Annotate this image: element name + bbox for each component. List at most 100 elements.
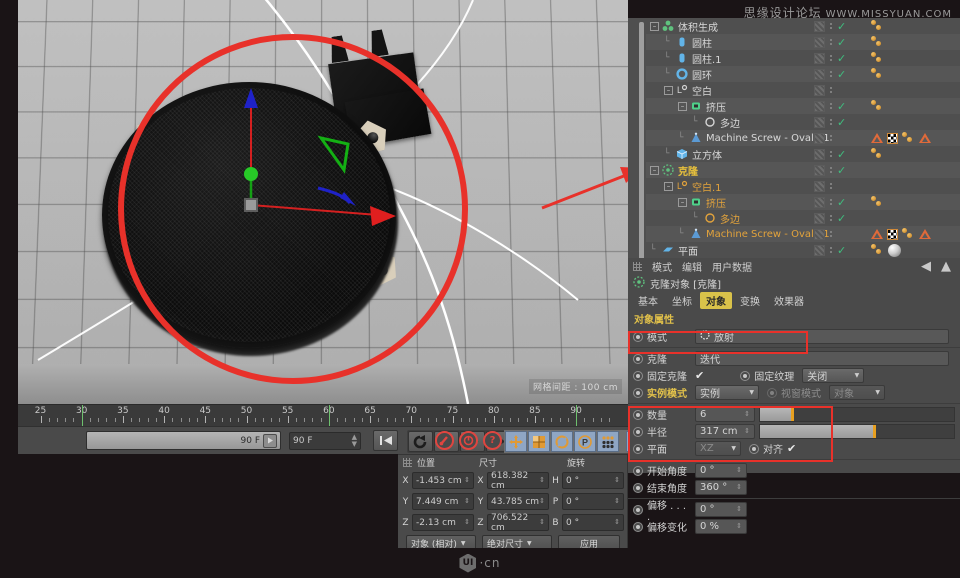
rotation-p-field[interactable]: 0 °⇕ (562, 493, 624, 510)
position-z-field[interactable]: -2.13 cm⇕ (412, 514, 474, 531)
rotate-tool-button[interactable] (551, 431, 573, 452)
object-name[interactable]: 圆柱.1 (692, 51, 722, 66)
size-y-field[interactable]: 43.785 cm⇕ (487, 493, 549, 510)
visibility-dots-icon[interactable] (829, 133, 833, 144)
phong-tag-icon[interactable] (871, 68, 884, 80)
material-tag-icon[interactable] (888, 244, 901, 257)
enabled-check-icon[interactable]: ✓ (837, 116, 846, 129)
timeline-ruler[interactable]: 2530354045505560657075808590 (18, 404, 628, 426)
phong-tag-icon[interactable] (871, 36, 884, 48)
object-name[interactable]: 克隆 (678, 163, 698, 178)
attribute-menu-bar[interactable]: 模式 编辑 用户数据 ◀ ▲ (628, 258, 960, 275)
spinner-icon[interactable]: ⇕ (736, 484, 742, 491)
visibility-dots-icon[interactable] (829, 69, 833, 80)
plane-select[interactable]: XZ ▼ (695, 441, 741, 456)
attribute-manager[interactable]: 模式 编辑 用户数据 ◀ ▲ 克隆对象 [克隆] 基本坐标对象变换效果器 对象属… (628, 258, 960, 473)
object-manager-row[interactable]: └圆柱.1✓ (646, 50, 960, 66)
position-y-field[interactable]: 7.449 cm⇕ (412, 493, 474, 510)
attribute-tab-3[interactable]: 变换 (734, 292, 766, 309)
position-tool-button[interactable] (505, 431, 527, 452)
enabled-check-icon[interactable]: ✓ (837, 36, 846, 49)
visibility-dots-icon[interactable] (829, 149, 833, 160)
attribute-tab-4[interactable]: 效果器 (768, 292, 810, 309)
offset-field[interactable]: 0 ° ⇕ (695, 502, 747, 517)
instance-mode-select[interactable]: 实例 ▼ (695, 385, 759, 400)
visibility-hatch-icon[interactable] (814, 53, 825, 64)
object-manager[interactable]: –体积生成✓└圆柱✓└圆柱.1✓└圆环✓–L空白–挤压✓└多边✓└Machine… (628, 18, 960, 258)
record-button-group[interactable]: ? (435, 431, 502, 450)
object-name[interactable]: 立方体 (692, 147, 722, 162)
tree-expander-icon[interactable]: – (650, 166, 659, 175)
visibility-dots-icon[interactable] (829, 181, 833, 192)
tree-expander-icon[interactable]: – (678, 102, 687, 111)
radius-slider[interactable] (759, 424, 955, 439)
phong-tag-icon[interactable] (871, 100, 884, 112)
plane-row[interactable]: 平面 XZ ▼ 对齐 ✔ (628, 440, 960, 457)
visibility-hatch-icon[interactable] (814, 197, 825, 208)
spinner-icon[interactable]: ⇕ (464, 477, 470, 484)
object-manager-row[interactable]: – 挤压 ✓ (646, 98, 960, 114)
visibility-hatch-icon[interactable] (814, 149, 825, 160)
enabled-check-icon[interactable]: ✓ (837, 164, 846, 177)
spinner-icon[interactable]: ⇕ (614, 477, 620, 484)
object-name[interactable]: 挤压 (706, 195, 726, 210)
visibility-dots-icon[interactable] (829, 37, 833, 48)
visibility-hatch-icon[interactable] (814, 133, 825, 144)
object-name[interactable]: 多边 (720, 115, 740, 130)
visibility-hatch-icon[interactable] (814, 165, 825, 176)
phong-tag-icon[interactable] (902, 228, 915, 240)
fix-texture-select[interactable]: 关闭 ▼ (802, 368, 864, 383)
radius-row[interactable]: 半径 317 cm ⇕ (628, 423, 960, 440)
object-name[interactable]: 挤压 (706, 99, 726, 114)
go-to-start-button[interactable] (373, 430, 398, 451)
enabled-check-icon[interactable]: ✓ (837, 100, 846, 113)
enabled-check-icon[interactable]: ✓ (837, 148, 846, 161)
panel-gripper-icon[interactable] (403, 458, 412, 467)
object-name[interactable]: 圆环 (692, 67, 712, 82)
tree-expander-icon[interactable]: – (664, 86, 673, 95)
size-x-field[interactable]: 618.382 cm⇕ (487, 472, 549, 489)
object-manager-row[interactable]: –L空白 (646, 82, 960, 98)
radio-icon[interactable] (633, 332, 643, 342)
spinner-icon[interactable]: ⇕ (736, 506, 742, 513)
autokey-button[interactable] (459, 431, 478, 450)
play-small-icon[interactable] (263, 434, 277, 448)
visibility-dots-icon[interactable] (829, 101, 833, 112)
nav-back-icon[interactable]: ◀ (921, 259, 931, 274)
tree-expander-icon[interactable]: – (664, 182, 673, 191)
object-manager-row[interactable]: –L空白.1 (646, 178, 960, 194)
menu-userdata[interactable]: 用户数据 (712, 259, 752, 274)
radio-icon[interactable] (633, 466, 643, 476)
visibility-dots-icon[interactable] (829, 197, 833, 208)
object-name[interactable]: 平面 (678, 243, 698, 258)
tree-expander-icon[interactable]: – (650, 22, 659, 31)
nav-up-icon[interactable]: ▲ (941, 259, 951, 274)
attribute-tab-2[interactable]: 对象 (700, 292, 732, 309)
radio-icon[interactable] (749, 444, 759, 454)
start-angle-field[interactable]: 0 ° ⇕ (695, 463, 747, 478)
radio-icon[interactable] (633, 444, 643, 454)
align-checkbox[interactable]: ✔ (787, 442, 796, 455)
end-angle-row[interactable]: 结束角度 360 ° ⇕ (628, 479, 960, 496)
object-name[interactable]: 体积生成 (678, 19, 718, 34)
deformer-tag-icon[interactable] (871, 133, 883, 143)
enabled-check-icon[interactable]: ✓ (837, 244, 846, 257)
object-name[interactable]: 多边 (720, 211, 740, 226)
object-name[interactable]: Machine Screw - Oval 01 (706, 229, 830, 240)
clone-select[interactable]: 迭代 (695, 351, 949, 366)
menu-edit[interactable]: 编辑 (682, 259, 702, 274)
object-name[interactable]: 圆柱 (692, 35, 712, 50)
visibility-dots-icon[interactable] (829, 21, 833, 32)
frame-range-slider[interactable]: 90 F (86, 431, 281, 450)
tree-expander-icon[interactable]: – (678, 198, 687, 207)
count-field[interactable]: 6 ⇕ (695, 407, 755, 422)
phong-tag-icon[interactable] (871, 148, 884, 160)
offset-variation-row[interactable]: 偏移变化 0 % ⇕ (628, 518, 960, 535)
rotation-b-field[interactable]: 0 °⇕ (562, 514, 624, 531)
phong-tag-icon[interactable] (902, 132, 915, 144)
object-manager-row[interactable]: –挤压✓ (646, 194, 960, 210)
keyframe-help-button[interactable]: ? (483, 431, 502, 450)
texture-tag-icon[interactable] (887, 133, 898, 144)
phong-tag-icon[interactable] (871, 244, 884, 256)
visibility-dots-icon[interactable] (829, 245, 833, 256)
